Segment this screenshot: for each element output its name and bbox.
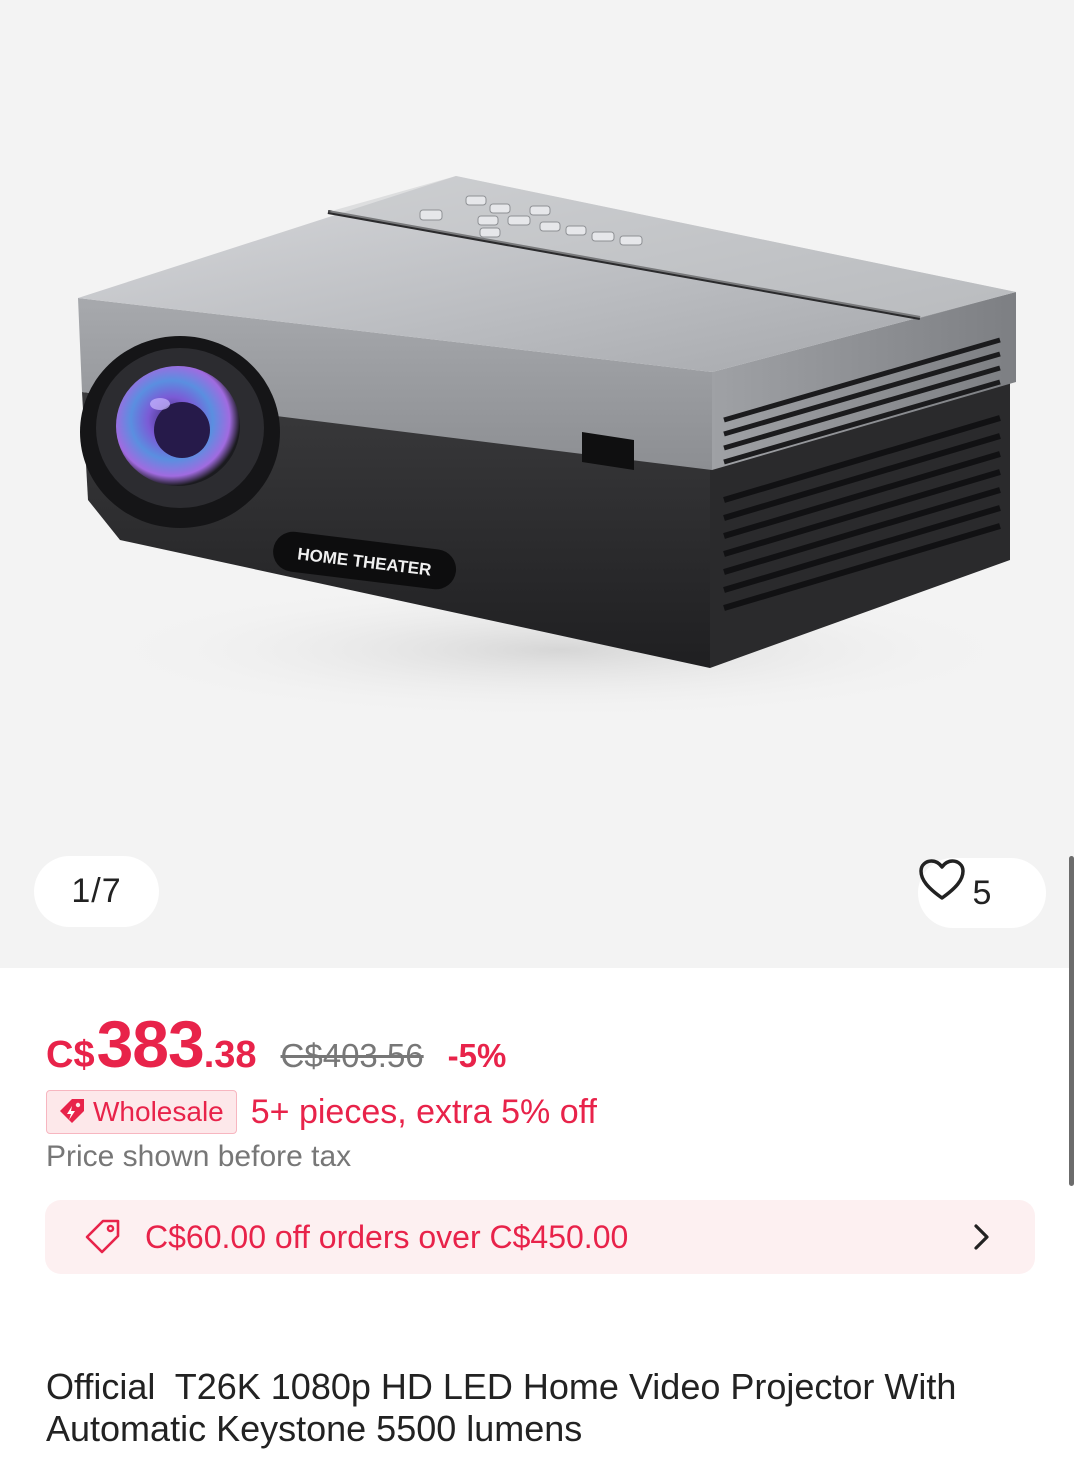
price-decimal: .38 [203, 1034, 257, 1076]
favorite-button[interactable]: 5 [918, 858, 1046, 928]
image-counter: 1/7 [34, 856, 159, 927]
image-counter-text: 1/7 [71, 872, 122, 910]
price-integer: 383 [96, 1007, 205, 1081]
wholesale-badge-label: Wholesale [93, 1096, 224, 1127]
coupon-text: C$60.00 off orders over C$450.00 [145, 1218, 629, 1255]
wholesale-offer[interactable]: Wholesale 5+ pieces, extra 5% off [46, 1089, 597, 1135]
tax-note: Price shown before tax [46, 1140, 352, 1173]
scrollbar[interactable] [1069, 856, 1074, 1186]
chevron-right-icon [974, 1224, 989, 1250]
product-image-gallery[interactable]: HOME THEATER 1/7 5 [0, 0, 1074, 968]
coupon-banner[interactable]: C$60.00 off orders over C$450.00 [45, 1200, 1035, 1274]
wholesale-badge: Wholesale [46, 1090, 237, 1134]
discount-percent: -5% [447, 1037, 507, 1074]
favorites-count: 5 [972, 873, 992, 912]
product-title: Official T26K 1080p HD LED Home Video Pr… [46, 1366, 965, 1449]
coupon-tag-icon [85, 1219, 120, 1254]
original-price: C$403.56 [280, 1037, 424, 1074]
heart-outline-icon [919, 859, 965, 900]
product-image: HOME THEATER [78, 176, 1030, 720]
price-block: C$ 383 .38 C$403.56 -5% [46, 1006, 507, 1081]
tag-bolt-icon [60, 1099, 84, 1123]
price-currency: C$ [46, 1034, 95, 1076]
wholesale-offer-text: 5+ pieces, extra 5% off [250, 1092, 597, 1131]
